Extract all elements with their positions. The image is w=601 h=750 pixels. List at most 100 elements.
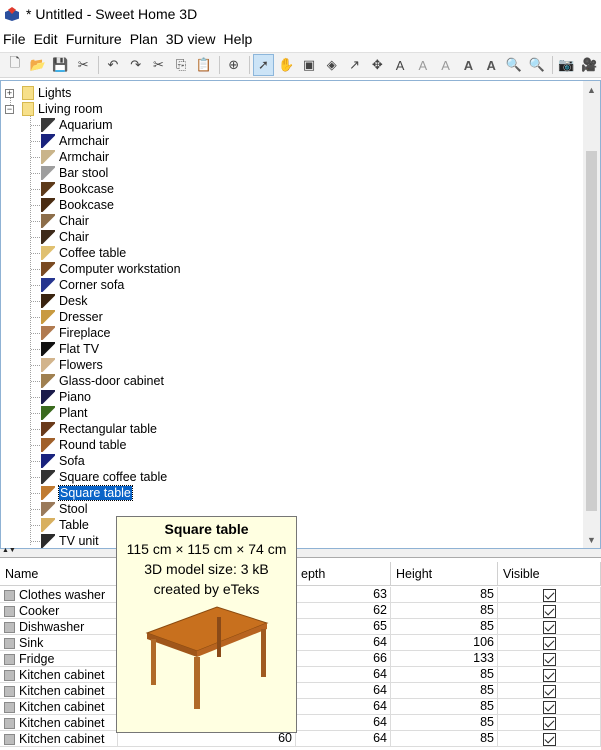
catalog-item[interactable]: Desk [41,293,87,309]
table-row[interactable]: Cooker 62 85 [0,603,601,619]
menu-edit[interactable]: Edit [31,31,63,47]
bold-text-icon[interactable]: A [458,54,480,76]
create-walls-icon[interactable]: ▣ [298,54,320,76]
column-header-name[interactable]: Name [0,562,118,586]
table-row[interactable]: Kitchen cabinet 64 85 [0,683,601,699]
add-text-icon[interactable]: A [389,54,411,76]
menu-plan[interactable]: Plan [127,31,163,47]
catalog-item[interactable]: Flat TV [41,341,99,357]
table-row[interactable]: Sink 64 106 [0,635,601,651]
catalog-item[interactable]: Plant [41,405,88,421]
catalog-item[interactable]: Bookcase [41,197,114,213]
expand-icon[interactable]: + [5,88,14,98]
undo-icon[interactable]: ↶ [102,54,124,76]
visible-checkbox[interactable] [542,652,556,666]
visible-checkbox[interactable] [542,668,556,682]
visible-checkbox[interactable] [542,732,556,746]
catalog-item[interactable]: Coffee table [41,245,126,261]
catalog-item[interactable]: Glass-door cabinet [41,373,164,389]
catalog-item[interactable]: Aquarium [41,117,113,133]
paste-icon[interactable]: 📋 [193,54,215,76]
catalog-item[interactable]: Corner sofa [41,277,124,293]
furniture-tooltip: Square table 115 cm × 115 cm × 74 cm 3D … [116,516,297,733]
visible-checkbox[interactable] [542,604,556,618]
create-photo-icon[interactable]: 📷 [556,54,578,76]
table-row[interactable]: Kitchen cabinet 64 85 [0,699,601,715]
catalog-item[interactable]: Piano [41,389,91,405]
column-header-height[interactable]: Height [391,562,498,586]
catalog-item[interactable]: Stool [41,501,88,517]
tooltip-title: Square table [164,521,249,537]
catalog-item[interactable]: Bar stool [41,165,108,181]
visible-checkbox[interactable] [542,588,556,602]
visible-checkbox[interactable] [542,684,556,698]
table-row[interactable]: Kitchen cabinet 64 85 [0,667,601,683]
table-row[interactable]: Dishwasher 65 85 [0,619,601,635]
cell-height: 85 [391,699,498,715]
cell-visible [498,635,601,651]
open-icon[interactable]: 📂 [27,54,49,76]
cell-name: Dishwasher [0,619,118,635]
scroll-down-icon[interactable]: ▼ [583,531,600,548]
catalog-item[interactable]: Round table [41,437,126,453]
catalog-item[interactable]: Square coffee table [41,469,167,485]
scrollbar-thumb[interactable] [586,151,597,511]
collapse-icon[interactable]: − [5,104,14,114]
create-video-icon[interactable]: 🎥 [578,54,600,76]
table-row[interactable]: Kitchen cabinet 60 64 85 [0,731,601,747]
catalog-item[interactable]: Dresser [41,309,103,325]
table-row[interactable]: Clothes washer 63 85 [0,587,601,603]
furniture-list-table[interactable]: Name epth Height Visible Clothes washer 6… [0,557,601,750]
copy-icon[interactable]: ⎘ [170,54,192,76]
preferences-icon[interactable]: ✂ [72,54,94,76]
catalog-item[interactable]: Flowers [41,357,103,373]
column-header-visible[interactable]: Visible [498,562,601,586]
menu-3d-view[interactable]: 3D view [163,31,221,47]
create-polylines-icon[interactable]: ↗ [344,54,366,76]
catalog-item[interactable]: Fireplace [41,325,110,341]
catalog-item[interactable]: Sofa [41,453,85,469]
create-rooms-icon[interactable]: ◈ [321,54,343,76]
category-lights[interactable]: + Lights [5,85,71,101]
catalog-item[interactable]: Rectangular table [41,421,157,437]
visible-checkbox[interactable] [542,636,556,650]
catalog-item[interactable]: Bookcase [41,181,114,197]
catalog-item[interactable]: Chair [41,213,89,229]
catalog-item[interactable]: TV unit [41,533,99,548]
menu-file[interactable]: File [0,31,31,47]
visible-checkbox[interactable] [542,700,556,714]
save-icon[interactable]: 💾 [50,54,72,76]
menu-furniture[interactable]: Furniture [63,31,127,47]
create-dimensions-icon[interactable]: ✥ [366,54,388,76]
decrease-text-size-icon[interactable]: A [435,54,457,76]
redo-icon[interactable]: ↷ [125,54,147,76]
split-arrows-icon[interactable]: ▲▼ [2,547,16,554]
scroll-up-icon[interactable]: ▲ [583,81,600,98]
table-row[interactable]: Fridge 66 133 [0,651,601,667]
catalog-vertical-scrollbar[interactable]: ▲ ▼ [583,81,600,548]
new-home-icon[interactable]: 🗋 [4,54,26,76]
add-furniture-icon[interactable]: ⊕ [223,54,245,76]
catalog-item-label: Fireplace [59,326,111,340]
furniture-catalog-tree[interactable]: + Lights − Living room Aquarium Armchair A… [0,80,601,549]
select-mode-icon[interactable]: ➚ [252,54,275,76]
catalog-item[interactable]: Square table [41,485,133,501]
column-header-depth[interactable]: epth [296,562,391,586]
menu-help[interactable]: Help [221,31,258,47]
catalog-item[interactable]: Chair [41,229,89,245]
catalog-item[interactable]: Armchair [41,149,109,165]
split-pane-divider[interactable]: ▲▼ [0,547,601,557]
category-living-room[interactable]: − Living room [5,101,103,117]
visible-checkbox[interactable] [542,620,556,634]
pan-mode-icon[interactable]: ✋ [275,54,297,76]
table-row[interactable]: Kitchen cabinet 64 85 [0,715,601,731]
catalog-item[interactable]: Table [41,517,89,533]
cut-icon[interactable]: ✂ [148,54,170,76]
zoom-out-icon[interactable]: 🔍 [526,54,548,76]
catalog-item[interactable]: Computer workstation [41,261,181,277]
visible-checkbox[interactable] [542,716,556,730]
zoom-in-icon[interactable]: 🔍 [503,54,525,76]
catalog-item[interactable]: Armchair [41,133,109,149]
italic-text-icon[interactable]: A [480,54,502,76]
increase-text-size-icon[interactable]: A [412,54,434,76]
